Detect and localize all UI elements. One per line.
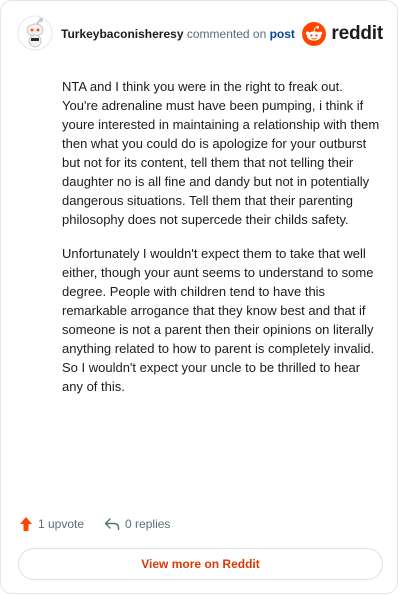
reply-stat[interactable]: 0 replies [104,517,170,531]
comment-footer: 1 upvote 0 replies [19,515,190,533]
comment-paragraph: Unfortunately I wouldn't expect them to … [62,246,375,394]
snoo-avatar-icon[interactable] [17,15,53,51]
comment-header: Turkeybaconisheresy commented on post re… [17,15,383,55]
comment-byline: Turkeybaconisheresy commented on post [61,27,295,41]
post-link[interactable]: post [270,27,295,41]
reply-count: 0 replies [125,517,171,531]
view-more-button[interactable]: View more on Reddit [18,548,383,580]
upvote-stat[interactable]: 1 upvote [19,516,84,532]
upvote-arrow-icon [20,517,32,531]
reply-arrow-icon [104,518,120,531]
username-link[interactable]: Turkeybaconisheresy [61,27,184,41]
reddit-logo[interactable]: reddit [302,21,383,47]
upvote-count: 1 upvote [38,517,85,531]
reddit-wordmark: reddit [331,23,383,44]
action-text: commented on [186,27,267,41]
comment-body: NTA and I think you were in the right to… [62,77,380,411]
reddit-logo-icon [302,22,327,46]
comment-paragraph: NTA and I think you were in the right to… [62,79,380,227]
comment-card: Turkeybaconisheresy commented on post re… [0,0,398,594]
